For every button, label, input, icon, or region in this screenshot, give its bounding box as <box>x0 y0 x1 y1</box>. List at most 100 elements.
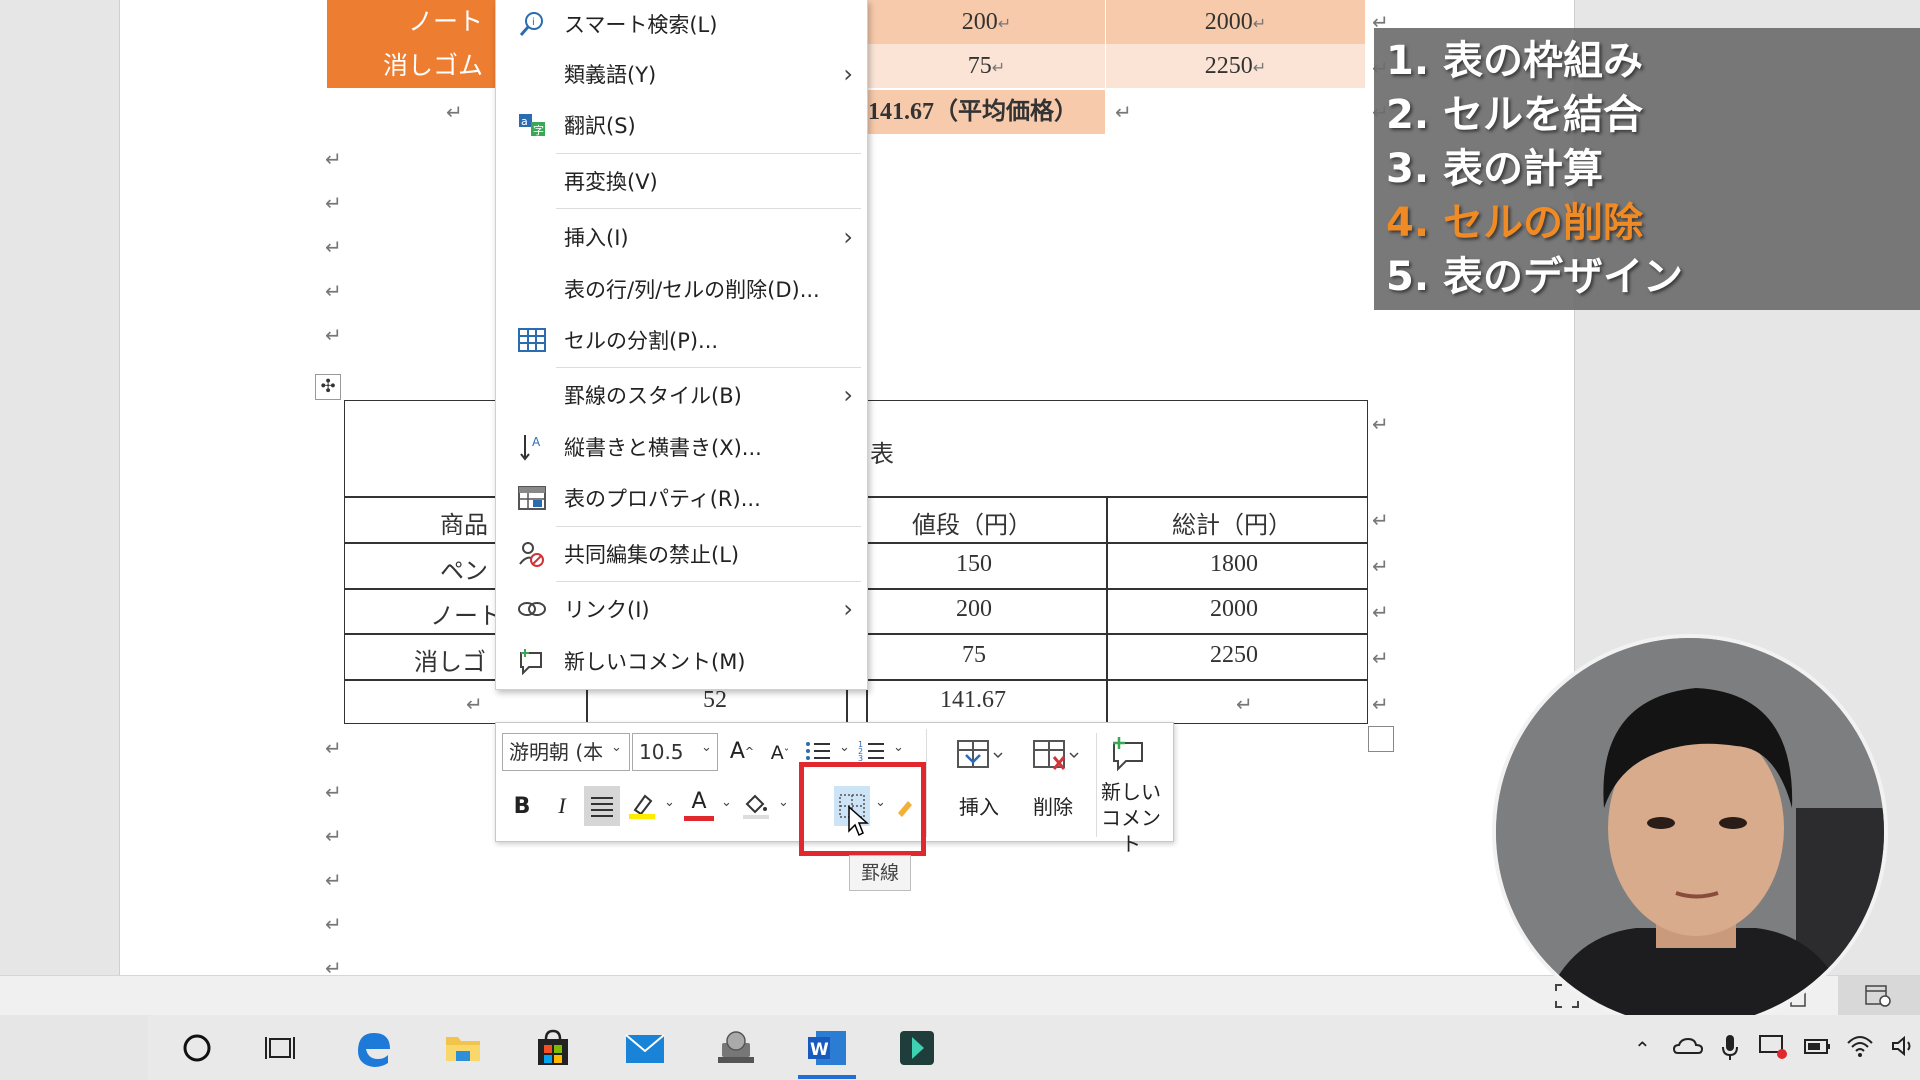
svg-text:A: A <box>532 435 541 449</box>
font-size-value: 10.5 <box>639 740 684 764</box>
svg-text:W: W <box>810 1040 829 1060</box>
paragraph-mark: ↵ <box>466 692 483 716</box>
network-drive-icon[interactable] <box>714 1027 756 1069</box>
numbering-icon: 123 <box>858 740 884 763</box>
windows-taskbar: W ⌃ <box>148 1015 1920 1080</box>
font-color-glyph: A <box>691 789 707 814</box>
new-comment-icon <box>516 645 548 677</box>
battery-icon[interactable] <box>1802 1035 1832 1057</box>
microphone-icon[interactable] <box>1720 1033 1740 1061</box>
menu-item-block-authors[interactable]: 共同編集の禁止(L) <box>496 530 867 578</box>
upper-table-total-cell[interactable]: 2000↵ <box>1106 0 1366 44</box>
paragraph-mark: ↵ <box>325 323 342 347</box>
menu-item-reconvert[interactable]: 再変換(V) <box>496 157 867 205</box>
paragraph-mark: ↵ <box>1372 646 1389 670</box>
paragraph-mark: ↵ <box>325 780 342 804</box>
paragraph-mark: ↵ <box>1372 508 1389 532</box>
word-active-indicator <box>798 1075 856 1079</box>
menu-separator <box>556 581 861 582</box>
chapter-item: 3. 表の計算 <box>1386 146 1603 192</box>
delete-button[interactable]: 削除 <box>1018 791 1088 820</box>
edge-icon[interactable] <box>352 1027 394 1069</box>
webcam-overlay <box>1492 634 1888 1030</box>
paragraph-mark: ↵ <box>1252 14 1267 33</box>
onedrive-cloud-icon[interactable] <box>1672 1035 1704 1057</box>
insert-button[interactable]: 挿入 <box>944 791 1014 820</box>
average-price-cell[interactable]: 141.67（平均価格） <box>868 90 1106 134</box>
menu-item-translate[interactable]: a字 翻訳(S) <box>496 101 867 149</box>
screen-record-icon[interactable] <box>1758 1033 1788 1061</box>
cell-total: 2000 <box>1210 596 1258 622</box>
context-menu: i スマート検索(L) 類義語(Y) › a字 翻訳(S) 再変換(V) 挿入(… <box>495 0 868 690</box>
upper-table-price-cell[interactable]: 200↵ <box>868 0 1106 44</box>
menu-item-label: 共同編集の禁止(L) <box>564 543 740 567</box>
italic-button[interactable]: I <box>544 786 580 826</box>
svg-text:a: a <box>521 115 528 128</box>
cell-item: ノート <box>430 604 502 630</box>
menu-item-synonyms[interactable]: 類義語(Y) › <box>496 50 867 98</box>
menu-item-link[interactable]: リンク(I) › <box>496 585 867 633</box>
highlight-button[interactable] <box>624 786 660 826</box>
paragraph-mark: ↵ <box>325 736 342 760</box>
average-price-text: 141.67（平均価格） <box>868 99 1078 125</box>
center-align-button[interactable] <box>584 786 620 826</box>
bold-button[interactable]: B <box>504 786 540 826</box>
mail-icon[interactable] <box>624 1027 666 1069</box>
font-color-button[interactable]: A <box>681 786 717 826</box>
volume-icon[interactable] <box>1890 1035 1918 1057</box>
menu-item-new-comment[interactable]: 新しいコメント(M) <box>496 637 867 685</box>
cortana-circle-icon[interactable] <box>176 1027 218 1069</box>
upper-table-item-cell[interactable]: ノート <box>327 0 495 44</box>
upper-table-item-cell[interactable]: 消しゴム <box>327 44 495 88</box>
paragraph-mark: ↵ <box>1252 58 1267 77</box>
paragraph-mark: ↵ <box>325 868 342 892</box>
toolbar-separator <box>926 729 927 837</box>
menu-separator <box>556 526 861 527</box>
translate-icon: a字 <box>516 109 548 141</box>
paragraph-mark: ↵ <box>325 235 342 259</box>
upper-table-total-cell[interactable]: 2250↵ <box>1106 44 1366 88</box>
table-move-handle[interactable]: ✣ <box>315 374 341 400</box>
shading-button[interactable] <box>738 786 774 826</box>
table-resize-handle[interactable] <box>1368 726 1394 752</box>
upper-table-total-text: 2250 <box>1204 53 1253 79</box>
web-layout-button[interactable] <box>1838 976 1920 1016</box>
file-explorer-icon[interactable] <box>442 1027 484 1069</box>
menu-item-label: 翻訳(S) <box>564 114 636 138</box>
menu-item-table-properties[interactable]: 表のプロパティ(R)... <box>496 474 867 522</box>
filmora-icon[interactable] <box>896 1027 938 1069</box>
shrink-font-button[interactable]: Aˇ <box>762 733 798 773</box>
link-icon <box>516 593 548 625</box>
new-comment-button[interactable]: 新しい コメント <box>1096 779 1166 857</box>
menu-item-label: 罫線のスタイル(B) <box>564 384 742 408</box>
split-cells-icon <box>516 324 548 356</box>
tooltip-text: 罫線 <box>860 862 899 884</box>
chevron-right-icon: › <box>843 595 853 623</box>
bullets-icon <box>806 742 830 760</box>
new-comment-label-2: コメント <box>1101 806 1161 856</box>
show-hidden-icons-chevron[interactable]: ⌃ <box>1634 1037 1651 1061</box>
cell-price: 75 <box>962 642 986 668</box>
menu-item-label: セルの分割(P)... <box>564 329 719 353</box>
paragraph-mark: ↵ <box>325 191 342 215</box>
cell-price: 150 <box>956 551 992 577</box>
menu-item-text-direction[interactable]: A 縦書きと横書き(X)... <box>496 423 867 471</box>
menu-item-insert[interactable]: 挿入(I) › <box>496 213 867 261</box>
word-icon[interactable]: W <box>806 1027 848 1069</box>
menu-item-delete-cells[interactable]: 表の行/列/セルの削除(D)... <box>496 265 867 313</box>
wifi-icon[interactable] <box>1846 1033 1874 1059</box>
upper-table-price-cell[interactable]: 75↵ <box>868 44 1106 88</box>
font-color-icon: A <box>684 789 714 823</box>
cell-total: 1800 <box>1210 551 1258 577</box>
grow-font-button[interactable]: A ^ <box>724 731 760 771</box>
store-icon[interactable] <box>532 1027 574 1069</box>
menu-item-border-style[interactable]: 罫線のスタイル(B) › <box>496 371 867 419</box>
new-comment-icon <box>1108 735 1148 775</box>
chapter-item: 5. 表のデザイン <box>1386 254 1683 300</box>
highlighter-icon <box>629 794 655 819</box>
menu-item-smart-search[interactable]: i スマート検索(L) <box>496 0 867 48</box>
menu-item-label: 再変換(V) <box>564 170 658 194</box>
task-view-icon[interactable] <box>260 1027 302 1069</box>
center-align-icon <box>591 797 613 817</box>
menu-item-split-cells[interactable]: セルの分割(P)... <box>496 316 867 364</box>
